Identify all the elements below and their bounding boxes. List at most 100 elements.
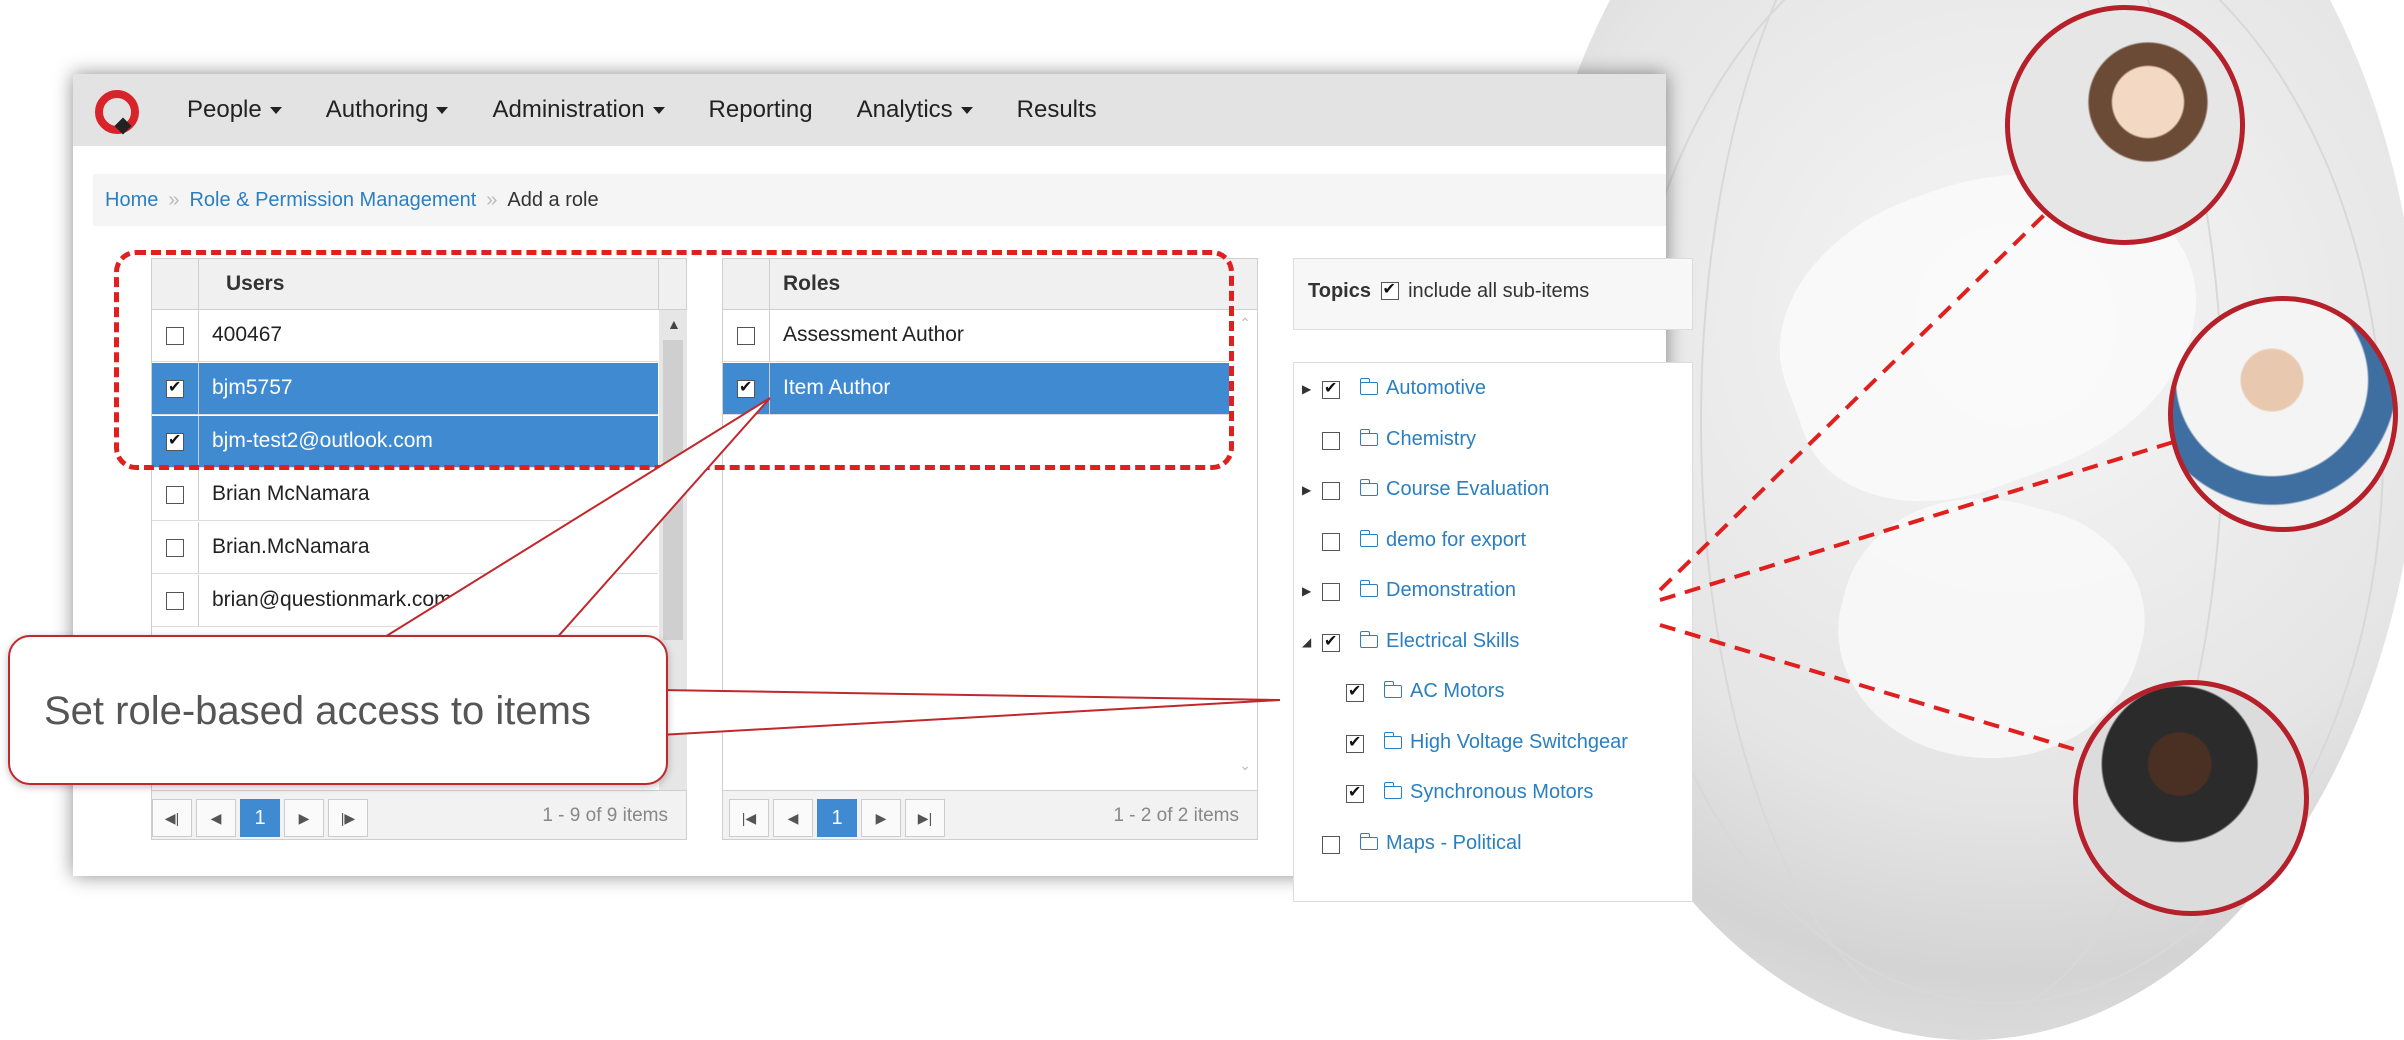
nav-reporting-label: Reporting xyxy=(708,96,813,123)
users-row[interactable]: Brian McNamara xyxy=(152,469,658,521)
questionmark-logo[interactable] xyxy=(87,80,147,140)
nav-people[interactable]: People xyxy=(187,96,282,124)
topic-checkbox[interactable] xyxy=(1346,782,1364,803)
breadcrumb-home[interactable]: Home xyxy=(105,189,158,212)
topic-label: Maps - Political xyxy=(1386,831,1522,854)
topic-item[interactable]: Chemistry xyxy=(1359,428,1476,451)
pager-next-icon[interactable]: ▶ xyxy=(861,799,901,837)
users-row-checkbox[interactable] xyxy=(166,592,184,610)
folder-open-icon xyxy=(1359,630,1378,648)
topic-label: AC Motors xyxy=(1410,680,1505,702)
topic-item[interactable]: AC Motors xyxy=(1383,680,1505,703)
highlight-dashed-box xyxy=(114,250,1234,470)
nav-administration-label: Administration xyxy=(492,96,645,123)
folder-icon xyxy=(1359,832,1378,850)
topic-label: Synchronous Motors xyxy=(1410,781,1594,803)
collapse-arrow-icon[interactable]: ▶ xyxy=(1302,584,1311,598)
breadcrumb-current: Add a role xyxy=(507,188,599,211)
topic-checkbox[interactable] xyxy=(1322,532,1340,551)
topic-item[interactable]: Synchronous Motors xyxy=(1383,781,1594,804)
topic-checkbox[interactable] xyxy=(1346,681,1364,702)
topic-item[interactable]: Course Evaluation xyxy=(1359,478,1550,501)
topic-checkbox[interactable] xyxy=(1322,431,1340,450)
topic-label: demo for export xyxy=(1386,528,1527,551)
include-sub-items-checkbox[interactable] xyxy=(1380,279,1399,300)
pager-prev-icon[interactable]: ◀ xyxy=(773,799,813,837)
topic-checkbox[interactable] xyxy=(1322,583,1340,601)
users-pager: ◀| ◀ 1 ▶ |▶ 1 - 9 of 9 items xyxy=(152,790,686,839)
pager-first-icon[interactable]: |◀ xyxy=(729,799,769,837)
folder-icon xyxy=(1383,731,1402,749)
users-row-label: Brian McNamara xyxy=(212,482,370,505)
pager-last-icon[interactable]: ▶| xyxy=(905,799,945,837)
roles-scroll-up-icon[interactable]: ⌃ xyxy=(1239,315,1251,332)
folder-icon xyxy=(1359,378,1378,396)
collapse-arrow-icon[interactable]: ▶ xyxy=(1302,382,1311,396)
include-sub-items-label: include all sub-items xyxy=(1408,280,1590,302)
nav-authoring-label: Authoring xyxy=(325,96,429,123)
topic-label: Electrical Skills xyxy=(1386,629,1520,652)
topic-item[interactable]: demo for export xyxy=(1359,528,1527,552)
folder-icon xyxy=(1383,782,1402,800)
nav-analytics[interactable]: Analytics xyxy=(857,96,973,124)
column-divider xyxy=(198,575,199,626)
folder-icon xyxy=(1359,529,1378,547)
column-divider xyxy=(198,522,199,573)
roles-pager-info: 1 - 2 of 2 items xyxy=(1113,805,1239,826)
pager-page-button[interactable]: 1 xyxy=(240,799,280,837)
chevron-down-icon xyxy=(436,107,449,115)
callout-box: Set role-based access to items xyxy=(8,635,668,785)
users-row[interactable]: brian@questionmark.com xyxy=(152,575,658,627)
topics-tree: ▶ Automotive Chemistry ▶ Course Evaluation de… xyxy=(1293,362,1693,902)
users-row-checkbox[interactable] xyxy=(166,539,184,557)
topic-item[interactable]: High Voltage Switchgear xyxy=(1383,730,1628,754)
nav-people-label: People xyxy=(187,96,262,123)
collapse-arrow-icon[interactable]: ▶ xyxy=(1302,483,1311,497)
folder-icon xyxy=(1383,681,1402,699)
nav-results[interactable]: Results xyxy=(1017,96,1097,124)
breadcrumb-separator: » xyxy=(168,188,180,211)
users-row[interactable]: Brian.McNamara xyxy=(152,522,658,574)
topic-checkbox[interactable] xyxy=(1322,378,1340,399)
topic-checkbox[interactable] xyxy=(1322,835,1340,854)
nav-reporting[interactable]: Reporting xyxy=(709,96,813,124)
callout-text: Set role-based access to items xyxy=(44,689,591,733)
topics-header: Topics include all sub-items xyxy=(1293,258,1693,330)
top-navbar: People Authoring Administration Reportin… xyxy=(73,74,1666,146)
breadcrumb-role-permission[interactable]: Role & Permission Management xyxy=(189,189,476,212)
nav-analytics-label: Analytics xyxy=(856,96,953,123)
users-row-label: brian@questionmark.com xyxy=(212,588,452,611)
folder-icon xyxy=(1359,428,1378,446)
roles-scroll-down-icon[interactable]: ⌄ xyxy=(1239,757,1251,774)
roles-pager: |◀ ◀ 1 ▶ ▶| 1 - 2 of 2 items xyxy=(723,790,1257,839)
nav-authoring[interactable]: Authoring xyxy=(326,96,449,124)
pager-next-icon[interactable]: ▶ xyxy=(284,799,324,837)
topic-checkbox[interactable] xyxy=(1346,732,1364,753)
topics-title: Topics xyxy=(1308,280,1371,302)
topic-checkbox[interactable] xyxy=(1322,482,1340,500)
topic-label: Automotive xyxy=(1386,377,1487,399)
pager-page-button[interactable]: 1 xyxy=(817,799,857,837)
topic-label: High Voltage Switchgear xyxy=(1410,730,1628,753)
user-avatar-photo xyxy=(2073,680,2309,916)
users-row-checkbox[interactable] xyxy=(166,486,184,504)
topic-label: Demonstration xyxy=(1386,579,1517,601)
pager-first-icon[interactable]: ◀| xyxy=(152,799,192,837)
chevron-down-icon xyxy=(652,107,665,115)
topic-label: Course Evaluation xyxy=(1386,478,1550,500)
topics-label: Topics include all sub-items xyxy=(1308,279,1589,303)
topic-item[interactable]: Maps - Political xyxy=(1359,831,1522,855)
nav-administration[interactable]: Administration xyxy=(492,96,665,124)
pager-last-icon[interactable]: |▶ xyxy=(328,799,368,837)
topic-item[interactable]: Automotive xyxy=(1359,377,1487,400)
topic-item[interactable]: Electrical Skills xyxy=(1359,629,1520,653)
user-avatar-photo xyxy=(2168,296,2398,532)
chevron-down-icon xyxy=(960,107,973,115)
topic-item[interactable]: Demonstration xyxy=(1359,579,1517,602)
topic-checkbox[interactable] xyxy=(1322,631,1340,652)
nav-results-label: Results xyxy=(1016,96,1097,123)
expand-arrow-icon[interactable]: ◢ xyxy=(1302,635,1311,649)
column-divider xyxy=(198,469,199,520)
folder-icon xyxy=(1359,479,1378,497)
pager-prev-icon[interactable]: ◀ xyxy=(196,799,236,837)
